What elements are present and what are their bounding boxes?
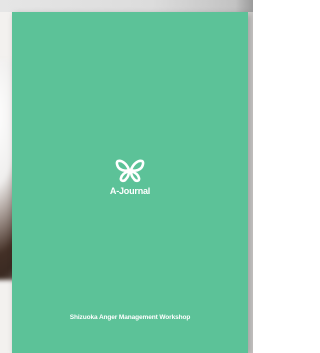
cover-logo: A-Journal [12,158,248,196]
cover-title: A-Journal [109,186,151,196]
butterfly-icon [115,158,145,184]
journal-cover[interactable]: A-Journal Shizuoka Anger Management Work… [12,12,248,353]
screen: A-Journal Shizuoka Anger Management Work… [0,0,253,353]
top-strip [0,0,253,12]
cover-footer: Shizuoka Anger Management Workshop [69,314,191,321]
